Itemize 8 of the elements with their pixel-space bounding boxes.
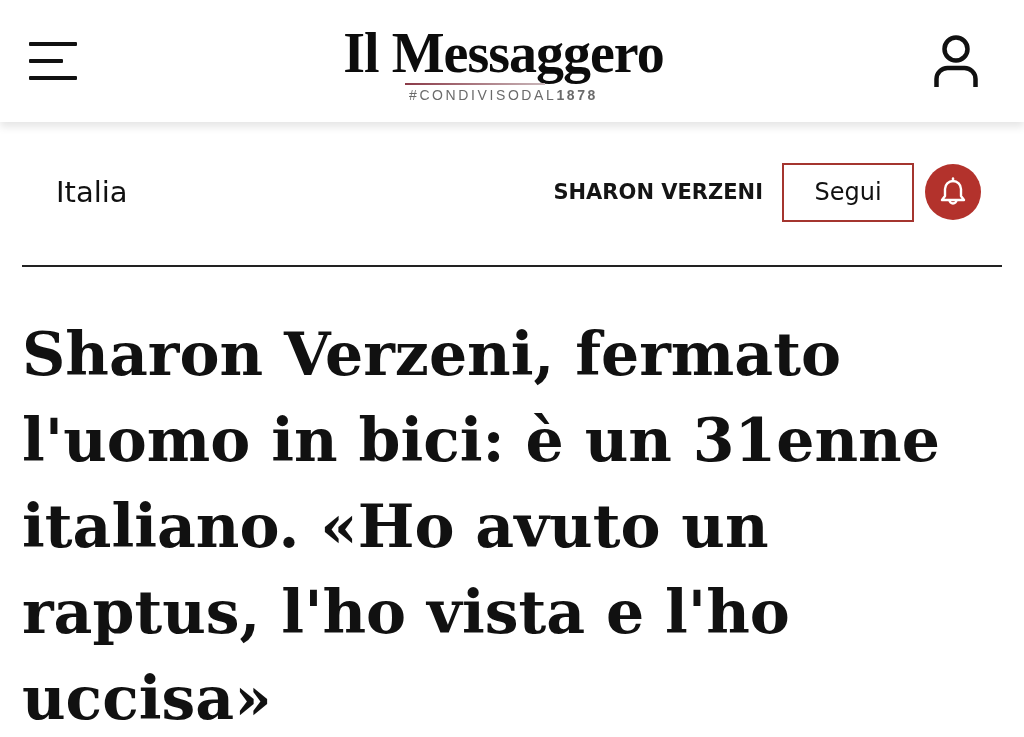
article-headline: Sharon Verzeni, fermato l'uomo in bici: è un 31enne italiano. «Ho avuto un raptus, l'ho vista e l'ho uccisa»	[22, 318, 941, 735]
follow-button[interactable]: Segui	[782, 162, 914, 222]
menu-icon[interactable]	[29, 42, 77, 80]
section-label[interactable]: Italia	[56, 175, 128, 209]
user-icon[interactable]	[934, 35, 978, 89]
logo-tagline: #CONDIVISODAL1878	[409, 85, 598, 104]
bell-icon[interactable]	[925, 164, 981, 220]
topic-name[interactable]: SHARON VERZENI	[553, 180, 763, 204]
